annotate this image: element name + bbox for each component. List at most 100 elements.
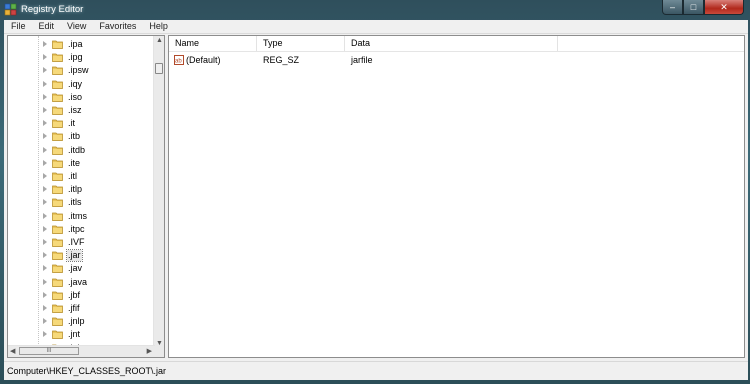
tree-item[interactable]: .itl <box>8 170 155 183</box>
svg-text:ab: ab <box>175 59 182 65</box>
tree-item[interactable]: .ipa <box>8 38 155 51</box>
folder-icon <box>52 79 63 89</box>
tree-item-label: .IVF <box>68 237 85 247</box>
registry-editor-icon <box>4 3 17 16</box>
expand-arrow-icon[interactable] <box>43 107 47 113</box>
tree-vertical-scroll-thumb[interactable] <box>155 63 163 74</box>
tree-item[interactable]: .jbf <box>8 289 155 302</box>
value-type: REG_SZ <box>263 55 300 65</box>
tree-item-label: .jbf <box>68 289 81 300</box>
column-header-type[interactable]: Type <box>257 36 345 51</box>
folder-icon <box>52 329 63 340</box>
expand-arrow-icon[interactable] <box>43 120 47 127</box>
folder-icon <box>52 316 63 327</box>
minimize-button[interactable]: – <box>662 0 683 15</box>
tree-item-label: .jnlp <box>68 316 85 327</box>
menu-view[interactable]: View <box>60 20 92 33</box>
expand-arrow-icon[interactable] <box>43 212 47 219</box>
string-value-icon: ab <box>174 55 184 65</box>
expand-arrow-icon[interactable] <box>43 80 47 87</box>
tree-horizontal-scrollbar[interactable]: ◀ III ▶ <box>8 345 155 357</box>
tree-item[interactable]: .ite <box>8 157 155 170</box>
status-bar: Computer\HKEY_CLASSES_ROOT\.jar <box>4 361 748 380</box>
expand-arrow-icon[interactable] <box>43 146 47 153</box>
folder-icon <box>52 131 63 142</box>
folder-icon <box>52 105 63 115</box>
close-button[interactable]: ✕ <box>704 0 744 15</box>
menu-file[interactable]: File <box>4 20 32 33</box>
tree-item-label: .ipsw <box>68 65 89 76</box>
tree-item[interactable]: .it <box>8 117 155 130</box>
registry-editor-window: Registry Editor – □ ✕ File Edit View Fav… <box>0 0 750 384</box>
menu-edit[interactable]: Edit <box>32 20 61 33</box>
expand-arrow-icon[interactable] <box>43 159 47 166</box>
column-header-data[interactable]: Data <box>345 36 558 51</box>
expand-arrow-icon[interactable] <box>43 239 47 245</box>
value-data: jarfile <box>351 55 373 65</box>
expand-arrow-icon[interactable] <box>43 331 47 338</box>
tree-item-label: .it <box>68 118 76 129</box>
tree-item-label: .itb <box>68 131 81 142</box>
expand-arrow-icon[interactable] <box>43 41 47 47</box>
tree-item[interactable]: .itms <box>8 210 155 223</box>
column-headers: Name Type Data <box>169 36 744 52</box>
expand-arrow-icon[interactable] <box>43 318 47 325</box>
column-header-name[interactable]: Name <box>169 36 257 51</box>
scroll-up-icon[interactable]: ▲ <box>156 37 163 44</box>
scroll-corner <box>154 346 164 357</box>
expand-arrow-icon[interactable] <box>43 252 47 259</box>
key-tree-pane[interactable]: .ipa .ipg .ipsw .iqy .iso .isz .it .itb .itdb .it… <box>7 35 165 358</box>
tree-item[interactable]: .itdb <box>8 144 155 157</box>
expand-arrow-icon[interactable] <box>43 278 47 285</box>
expand-arrow-icon[interactable] <box>43 133 47 140</box>
caption-buttons: – □ ✕ <box>662 0 744 15</box>
tree-item[interactable]: .iso <box>8 91 155 104</box>
scroll-left-icon[interactable]: ◀ <box>10 347 15 355</box>
tree-item-label: .iqy <box>68 78 83 89</box>
tree-item[interactable]: .itpc <box>8 223 155 236</box>
tree-horizontal-scroll-thumb[interactable]: III <box>19 347 79 355</box>
tree-item[interactable]: .jav <box>8 262 155 275</box>
tree-item[interactable]: .jnt <box>8 328 155 341</box>
menu-help[interactable]: Help <box>142 20 174 33</box>
tree-item-label: .jnt <box>68 329 81 340</box>
expand-arrow-icon[interactable] <box>43 173 47 179</box>
expand-arrow-icon[interactable] <box>43 291 47 298</box>
value-name: (Default) <box>186 55 221 65</box>
tree-item-label: .ipa <box>68 39 83 49</box>
folder-icon <box>52 250 63 261</box>
folder-icon <box>52 277 63 287</box>
tree-item[interactable]: .itb <box>8 130 155 143</box>
tree-vertical-scrollbar[interactable]: ▲ ▼ <box>153 36 164 348</box>
client-area: .ipa .ipg .ipsw .iqy .iso .isz .it .itb .itdb .it… <box>4 34 748 361</box>
value-row[interactable]: ab (Default) REG_SZ jarfile <box>169 53 744 67</box>
menu-favorites[interactable]: Favorites <box>92 20 142 33</box>
tree-item[interactable]: .iqy <box>8 78 155 91</box>
expand-arrow-icon[interactable] <box>43 186 47 193</box>
expand-arrow-icon[interactable] <box>43 225 47 232</box>
tree-item[interactable]: .jnlp <box>8 315 155 328</box>
tree-item[interactable]: .jfif <box>8 302 155 315</box>
tree-item-label: .jav <box>68 263 83 274</box>
menu-bar: File Edit View Favorites Help <box>4 20 748 34</box>
expand-arrow-icon[interactable] <box>43 67 47 74</box>
expand-arrow-icon[interactable] <box>43 93 47 100</box>
tree-item[interactable]: .ipsw <box>8 64 155 77</box>
tree-item[interactable]: .itls <box>8 196 155 209</box>
tree-item[interactable]: .itlp <box>8 183 155 196</box>
folder-icon <box>52 197 63 208</box>
values-list-pane[interactable]: Name Type Data ab (Default) REG_SZ jarfi… <box>168 35 745 358</box>
tree-item[interactable]: .ipg <box>8 51 155 64</box>
expand-arrow-icon[interactable] <box>43 199 47 206</box>
scroll-right-icon[interactable]: ▶ <box>147 347 152 355</box>
folder-icon <box>52 303 63 313</box>
expand-arrow-icon[interactable] <box>43 54 47 61</box>
title-bar[interactable]: Registry Editor – □ ✕ <box>0 0 750 20</box>
tree-item[interactable]: .jar <box>8 249 155 263</box>
maximize-button[interactable]: □ <box>683 0 704 15</box>
expand-arrow-icon[interactable] <box>43 265 47 272</box>
tree-item[interactable]: .IVF <box>8 236 155 249</box>
tree-item[interactable]: .isz <box>8 104 155 117</box>
expand-arrow-icon[interactable] <box>43 305 47 311</box>
tree-item[interactable]: .java <box>8 276 155 289</box>
